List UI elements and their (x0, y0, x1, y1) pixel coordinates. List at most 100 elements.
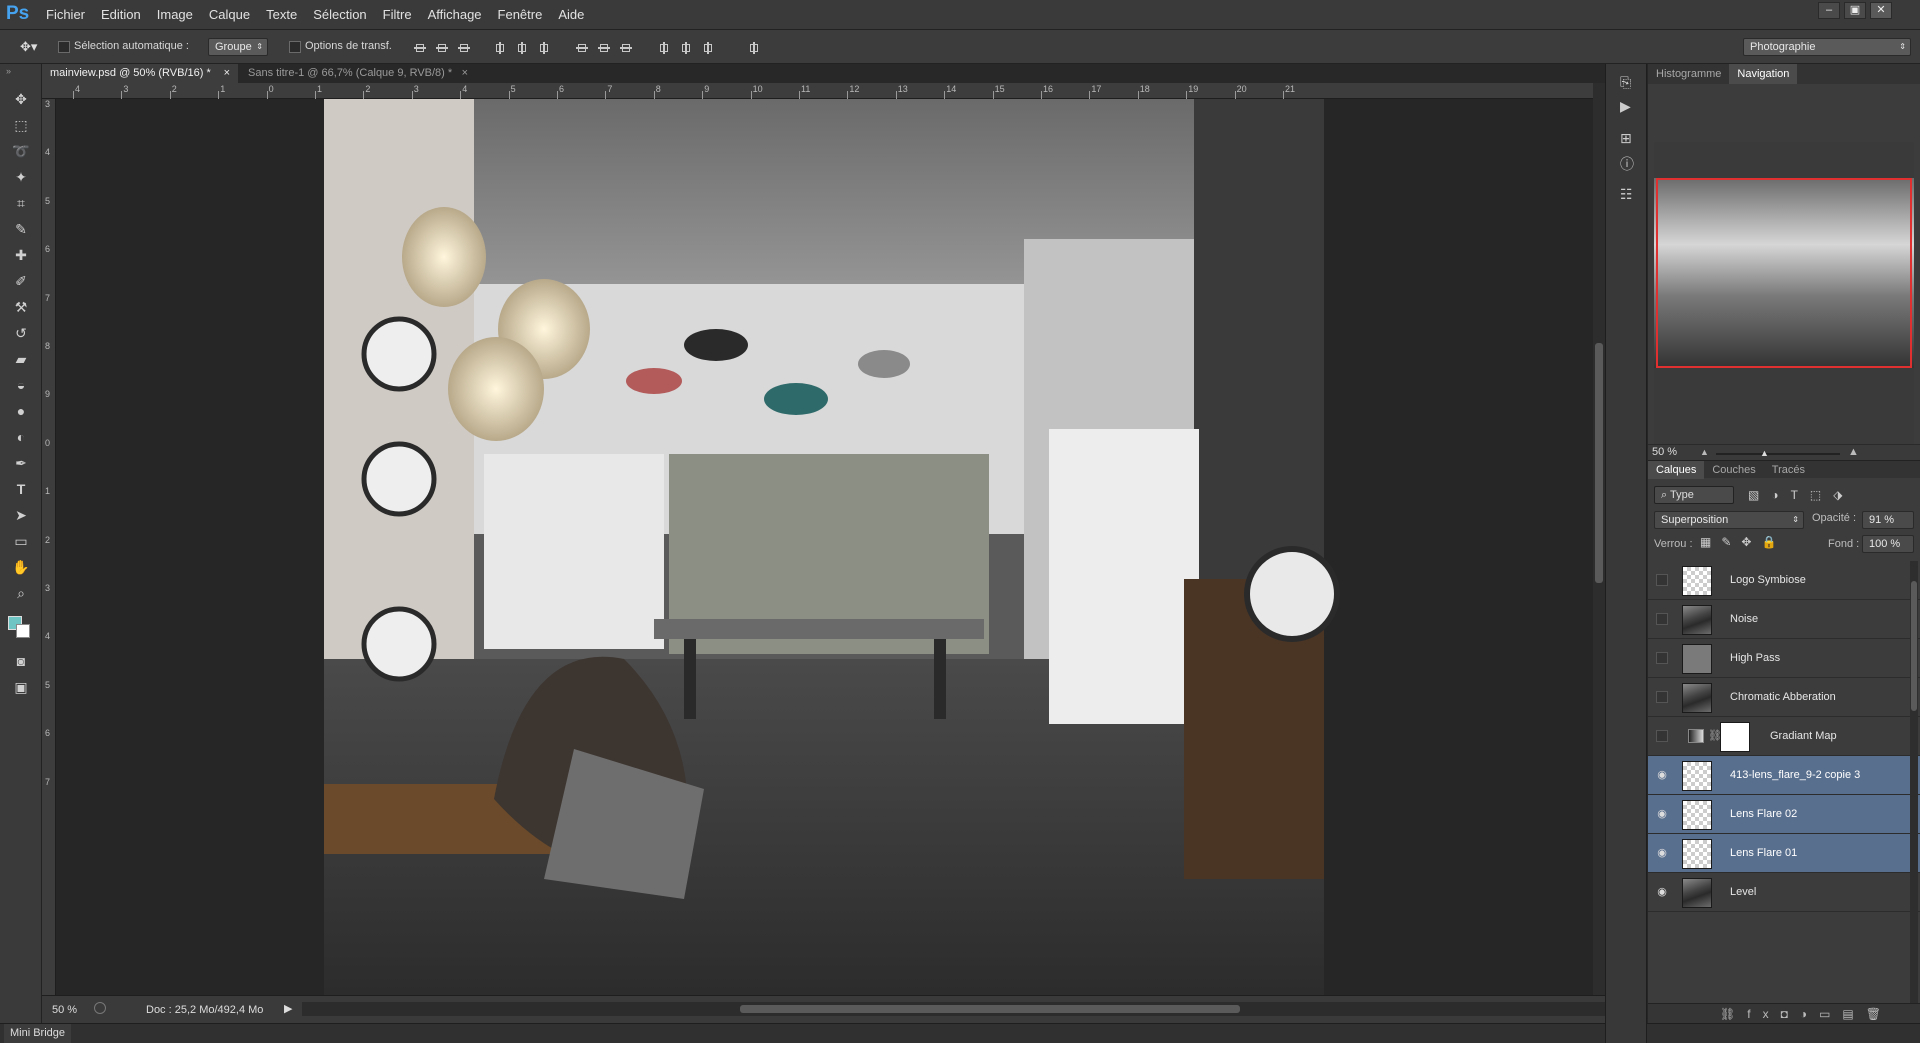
zoom-out-icon[interactable]: ▲ (1700, 447, 1709, 457)
mini-bridge-tab[interactable]: Mini Bridge (4, 1024, 72, 1043)
navigator-preview[interactable] (1654, 142, 1914, 447)
status-menu-arrow-icon[interactable]: ▶ (284, 1002, 292, 1015)
paint-bucket-tool-icon[interactable]: ◒ (7, 374, 35, 396)
layer-row[interactable]: ⛓ Gradiant Map (1648, 717, 1920, 756)
close-button[interactable]: ✕ (1870, 2, 1892, 19)
layer-thumbnail[interactable] (1682, 566, 1712, 596)
workspace-dropdown[interactable]: Photographie ⇕ (1743, 38, 1911, 56)
horizontal-scrollbar[interactable] (302, 1002, 1612, 1016)
layer-row[interactable]: ◉ Lens Flare 02 (1648, 795, 1920, 834)
share-icon[interactable] (94, 1002, 106, 1014)
zoom-slider-handle[interactable]: ▲ (1760, 448, 1769, 458)
tab-histogramme[interactable]: Histogramme (1648, 64, 1729, 84)
clone-stamp-tool-icon[interactable]: ⚒ (7, 296, 35, 318)
marquee-tool-icon[interactable]: ⬚ (7, 114, 35, 136)
actions-play-icon[interactable]: ▶ (1620, 98, 1631, 115)
layer-row[interactable]: ◉ Level (1648, 873, 1920, 912)
layer-row[interactable]: Chromatic Abberation (1648, 678, 1920, 717)
layer-thumbnail[interactable] (1682, 839, 1712, 869)
minimize-button[interactable]: – (1818, 2, 1840, 19)
scroll-thumb[interactable] (740, 1005, 1240, 1013)
tab-calques[interactable]: Calques (1648, 461, 1705, 479)
menu-item-filtre[interactable]: Filtre (383, 0, 424, 30)
eyedropper-tool-icon[interactable]: ✎ (7, 218, 35, 240)
tab-close-icon[interactable]: × (224, 64, 230, 83)
magic-wand-tool-icon[interactable]: ✦ (7, 166, 35, 188)
visibility-eye-icon[interactable] (1656, 691, 1668, 703)
distribute-right-icon[interactable] (698, 38, 716, 56)
align-bottom-icon[interactable] (454, 38, 472, 56)
move-tool-preset-icon[interactable]: ✥▾ (20, 37, 50, 57)
quick-mask-icon[interactable]: ◙ (7, 650, 35, 672)
tab-sans-titre[interactable]: Sans titre-1 @ 66,7% (Calque 9, RVB/8) *… (240, 64, 476, 83)
opacity-field[interactable]: 91 % (1862, 511, 1914, 529)
distribute-top-icon[interactable] (572, 38, 590, 56)
menu-item-texte[interactable]: Texte (266, 0, 309, 30)
properties-panel-icon[interactable]: ⊞ (1620, 130, 1632, 147)
menu-item-affichage[interactable]: Affichage (428, 0, 494, 30)
dodge-tool-icon[interactable]: ◐ (7, 426, 35, 448)
layers-scrollbar[interactable] (1910, 561, 1918, 1003)
visibility-eye-icon[interactable] (1656, 574, 1668, 586)
rectangle-tool-icon[interactable]: ▭ (7, 530, 35, 552)
layer-thumbnail[interactable] (1682, 800, 1712, 830)
visibility-eye-icon[interactable] (1656, 613, 1668, 625)
move-tool-icon[interactable]: ✥ (7, 88, 35, 110)
navigator-view-frame[interactable] (1656, 178, 1912, 368)
hand-tool-icon[interactable]: ✋ (7, 556, 35, 578)
layer-thumbnail[interactable] (1682, 878, 1712, 908)
tab-close-icon[interactable]: × (462, 64, 468, 83)
menu-item-calque[interactable]: Calque (209, 0, 262, 30)
scroll-thumb[interactable] (1911, 581, 1917, 711)
zoom-slider[interactable] (1716, 453, 1840, 455)
auto-select-dropdown[interactable]: Groupe ⇕ (208, 38, 268, 56)
menu-item-fichier[interactable]: Fichier (46, 0, 97, 30)
visibility-eye-icon[interactable]: ◉ (1656, 808, 1668, 820)
tab-couches[interactable]: Couches (1704, 461, 1763, 479)
lasso-tool-icon[interactable]: ➰ (7, 140, 35, 162)
background-color-swatch[interactable] (16, 624, 30, 638)
layer-thumbnail[interactable] (1682, 605, 1712, 635)
tab-mainview[interactable]: mainview.psd @ 50% (RVB/16) * × (42, 64, 238, 83)
fill-field[interactable]: 100 % (1862, 535, 1914, 553)
distribute-vcenter-icon[interactable] (594, 38, 612, 56)
history-brush-tool-icon[interactable]: ↺ (7, 322, 35, 344)
layer-row[interactable]: Noise (1648, 600, 1920, 639)
distribute-hcenter-icon[interactable] (676, 38, 694, 56)
zoom-tool-icon[interactable]: ⌕ (7, 582, 35, 604)
layer-row[interactable]: ◉ 413-lens_flare_9-2 copie 3 (1648, 756, 1920, 795)
vertical-scrollbar[interactable] (1593, 83, 1605, 995)
navigator-zoom-value[interactable]: 50 % (1652, 446, 1677, 458)
layer-thumbnail[interactable] (1682, 683, 1712, 713)
canvas-area[interactable] (56, 99, 1593, 995)
menu-item-aide[interactable]: Aide (558, 0, 596, 30)
screen-mode-icon[interactable]: ▣ (7, 676, 35, 698)
crop-tool-icon[interactable]: ⌗ (7, 192, 35, 214)
layer-row[interactable]: High Pass (1648, 639, 1920, 678)
distribute-left-icon[interactable] (654, 38, 672, 56)
healing-brush-tool-icon[interactable]: ✚ (7, 244, 35, 266)
transform-controls-checkbox[interactable] (289, 41, 301, 56)
visibility-eye-icon[interactable]: ◉ (1656, 847, 1668, 859)
visibility-eye-icon[interactable]: ◉ (1656, 769, 1668, 781)
visibility-eye-icon[interactable] (1656, 730, 1668, 742)
path-selection-tool-icon[interactable]: ➤ (7, 504, 35, 526)
collapse-arrows-icon[interactable]: » (6, 66, 11, 76)
lock-icons[interactable]: ▦✎✥🔒 (1700, 535, 1786, 549)
menu-item-fenetre[interactable]: Fenêtre (498, 0, 555, 30)
pen-tool-icon[interactable]: ✒ (7, 452, 35, 474)
brush-tool-icon[interactable]: ✐ (7, 270, 35, 292)
menu-item-image[interactable]: Image (157, 0, 205, 30)
menu-item-selection[interactable]: Sélection (313, 0, 378, 30)
zoom-level[interactable]: 50 % (52, 1004, 77, 1016)
layer-footer-icons[interactable]: ⛓fx◘◑▭▤🗑 (1720, 1007, 1893, 1021)
tab-traces[interactable]: Tracés (1764, 461, 1813, 479)
align-top-icon[interactable] (410, 38, 428, 56)
layer-filter-icons[interactable]: ▧◑T⬚⬗ (1748, 488, 1854, 502)
type-tool-icon[interactable]: T (7, 478, 35, 500)
auto-select-checkbox[interactable] (58, 41, 70, 56)
align-vcenter-icon[interactable] (432, 38, 450, 56)
layer-filter-dropdown[interactable]: ⌕ Type (1654, 486, 1734, 504)
layer-thumbnail[interactable] (1682, 761, 1712, 791)
history-panel-icon[interactable]: ⎘ (1620, 74, 1631, 91)
